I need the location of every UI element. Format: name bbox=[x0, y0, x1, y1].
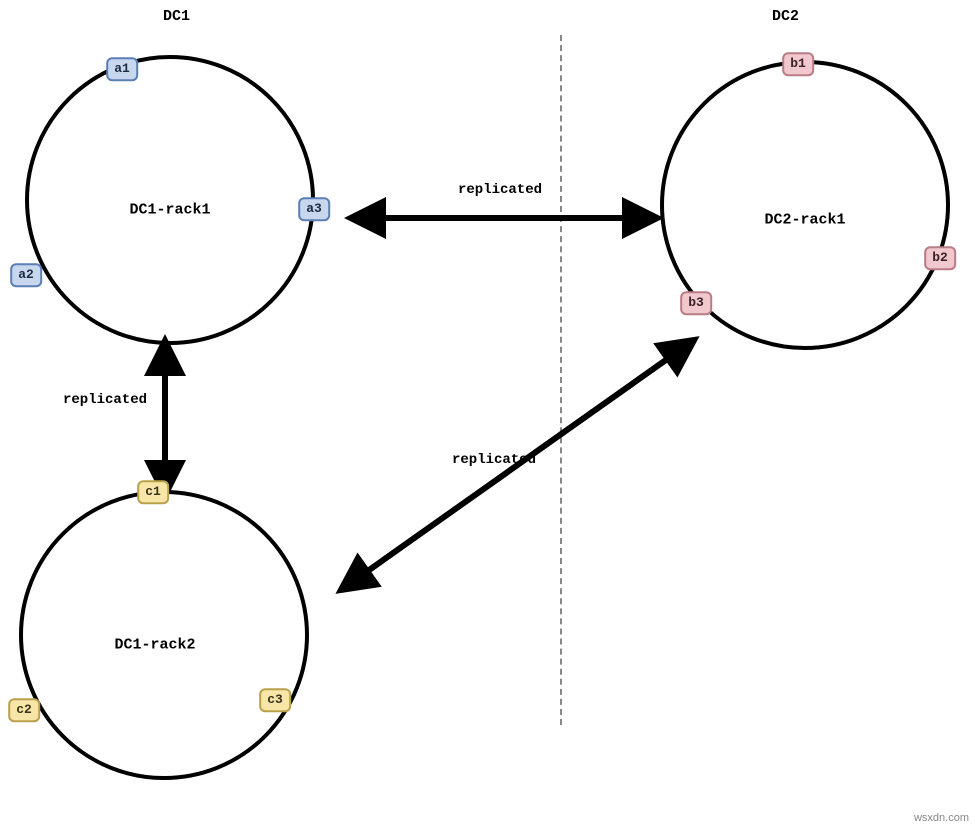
ring-dc1-rack2-label: DC1-rack2 bbox=[114, 637, 195, 654]
dc1-label: DC1 bbox=[163, 8, 190, 25]
node-a2: a2 bbox=[10, 263, 42, 287]
replicated-label-3: replicated bbox=[452, 452, 536, 468]
node-a3: a3 bbox=[298, 197, 330, 221]
node-a1: a1 bbox=[106, 57, 138, 81]
node-c1: c1 bbox=[137, 480, 169, 504]
replicated-label-2: replicated bbox=[63, 392, 147, 408]
ring-dc1-rack1 bbox=[25, 55, 315, 345]
ring-dc1-rack1-label: DC1-rack1 bbox=[129, 202, 210, 219]
ring-dc1-rack2 bbox=[19, 490, 309, 780]
diagram-canvas: DC1 DC2 DC1-rack1 a1 a2 a3 DC1-rack2 c1 … bbox=[0, 0, 975, 828]
node-b3: b3 bbox=[680, 291, 712, 315]
node-c3: c3 bbox=[259, 688, 291, 712]
node-c2: c2 bbox=[8, 698, 40, 722]
dc2-label: DC2 bbox=[772, 8, 799, 25]
ring-dc2-rack1-label: DC2-rack1 bbox=[764, 212, 845, 229]
node-b1: b1 bbox=[782, 52, 814, 76]
dc-divider bbox=[560, 35, 562, 725]
replicated-label-1: replicated bbox=[458, 182, 542, 198]
watermark: wsxdn.com bbox=[914, 812, 969, 824]
node-b2: b2 bbox=[924, 246, 956, 270]
